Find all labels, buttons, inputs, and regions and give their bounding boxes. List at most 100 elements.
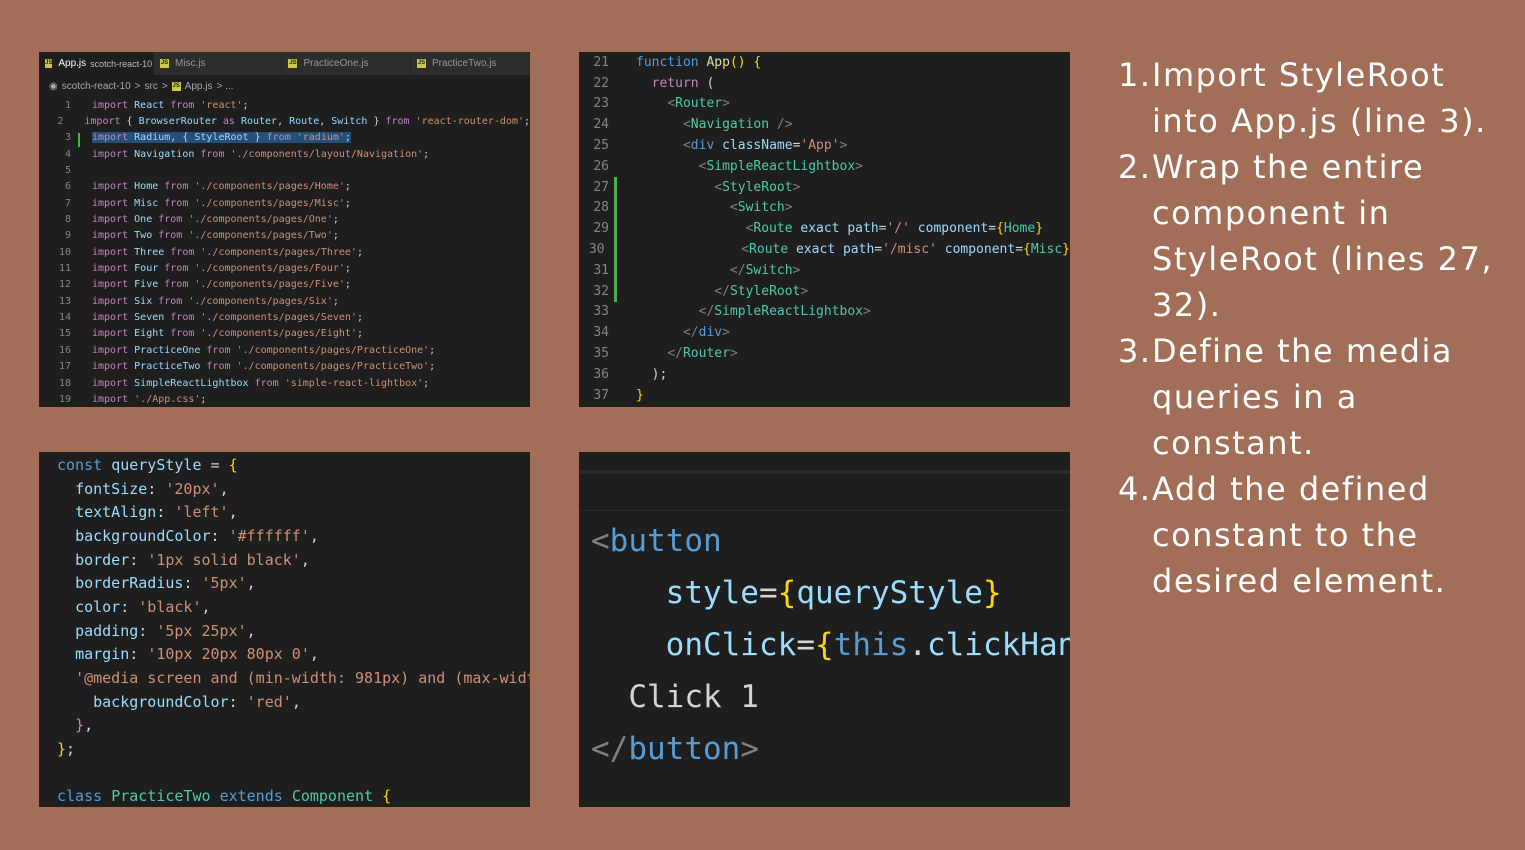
code-editor[interactable]: const queryStyle = { fontSize: '20px', t… <box>39 452 530 807</box>
code-token: ); <box>651 366 668 382</box>
code-token: const <box>57 455 112 474</box>
code-token: ; <box>423 377 430 389</box>
code-text: </Router> <box>636 346 737 362</box>
code-line[interactable]: 34 </div> <box>579 322 1070 343</box>
code-line[interactable]: backgroundColor: '#ffffff', <box>57 524 530 548</box>
code-line[interactable]: style={queryStyle} <box>591 567 1070 619</box>
code-line[interactable]: 31 </Switch> <box>579 260 1070 281</box>
code-line[interactable]: 36 ); <box>579 364 1070 385</box>
code-line[interactable]: 2 import { BrowserRouter as Router, Route… <box>39 113 530 129</box>
code-token: button <box>628 731 741 767</box>
code-editor[interactable]: 1 import React from 'react'; 2 import { Bro… <box>39 97 530 407</box>
code-token: import <box>92 263 135 275</box>
code-line[interactable]: }; <box>57 737 530 761</box>
code-line[interactable]: onClick={this.clickHandler} <box>591 619 1070 671</box>
code-token: ; <box>356 328 363 340</box>
code-line[interactable]: 15 import Eight from './components/pages/… <box>39 326 530 342</box>
code-token: 'simple-react-lightbox' <box>284 377 424 389</box>
code-line[interactable]: 28 <Switch> <box>579 198 1070 219</box>
code-line[interactable]: 6 import Home from './components/pages/Ho… <box>39 179 530 195</box>
breadcrumb-item[interactable]: src <box>145 81 158 92</box>
code-line[interactable]: 23 <Router> <box>579 94 1070 115</box>
code-line[interactable]: 3 import Radium, { StyleRoot } from 'radi… <box>39 130 530 148</box>
code-line[interactable]: backgroundColor: 'red', <box>57 690 530 714</box>
code-line[interactable]: 12 import Five from './components/pages/F… <box>39 277 530 293</box>
code-text: Click 1 <box>591 679 759 715</box>
code-token: One <box>134 214 159 226</box>
code-line[interactable]: 18 import SimpleReactLightbox from 'simpl… <box>39 375 530 391</box>
code-token: , <box>309 645 319 664</box>
code-token: from <box>385 116 416 128</box>
code-line[interactable]: 30 <Route exact path='/misc' component={… <box>579 239 1070 260</box>
code-line[interactable]: 11 import Four from './components/pages/F… <box>39 260 530 276</box>
code-line[interactable]: '@media screen and (min-width: 981px) an… <box>57 666 530 690</box>
code-line[interactable]: 21 function App() { <box>579 52 1070 73</box>
code-line[interactable]: class PracticeTwo extends Component { <box>57 785 530 807</box>
code-line[interactable]: 33 </SimpleReactLightbox> <box>579 302 1070 323</box>
code-line[interactable]: 37} <box>579 385 1070 406</box>
code-line[interactable]: 24 <Navigation /> <box>579 114 1070 135</box>
code-line[interactable]: 8 import One from './components/pages/One… <box>39 211 530 227</box>
breadcrumb-item[interactable]: scotch-react-10 <box>62 81 131 92</box>
code-editor[interactable]: 21 function App() {22 return (23 <Router>… <box>579 52 1070 406</box>
tab-practiceone-js[interactable]: JS PracticeOne.js <box>282 52 411 75</box>
code-line[interactable]: 1 import React from 'react'; <box>39 97 530 113</box>
code-line[interactable]: 17 import PracticeTwo from './components/… <box>39 359 530 375</box>
code-token: 'react' <box>200 99 243 111</box>
tab-misc-js[interactable]: JS Misc.js <box>154 52 283 75</box>
breadcrumb-item[interactable]: App.js <box>185 81 213 92</box>
code-line[interactable]: 26 <SimpleReactLightbox> <box>579 156 1070 177</box>
code-line[interactable]: 22 return ( <box>579 73 1070 94</box>
code-line[interactable]: Click 1 <box>591 671 1070 723</box>
line-number: 17 <box>58 361 71 373</box>
code-line[interactable]: 32 </StyleRoot> <box>579 281 1070 302</box>
line-number: 15 <box>58 328 71 340</box>
code-token: PracticeTwo <box>111 787 220 806</box>
code-token: button <box>609 523 722 559</box>
code-line[interactable] <box>57 761 530 785</box>
code-token: = <box>758 575 778 611</box>
code-line[interactable]: 35 </Router> <box>579 343 1070 364</box>
code-line[interactable]: borderRadius: '5px', <box>57 571 530 595</box>
code-line[interactable]: 7 import Misc from './components/pages/Mi… <box>39 195 530 211</box>
code-line[interactable]: 5 <box>39 162 530 178</box>
code-token: = <box>210 455 229 474</box>
code-token: { <box>777 575 797 611</box>
code-line[interactable]: const queryStyle = { <box>57 453 530 477</box>
code-line[interactable]: textAlign: 'left', <box>57 500 530 524</box>
code-token: Route <box>289 116 320 128</box>
code-line[interactable]: fontSize: '20px', <box>57 477 530 501</box>
code-token: , <box>219 479 229 498</box>
tab-practicetwo-js[interactable]: JS PracticeTwo.js <box>410 52 530 75</box>
code-line[interactable]: padding: '5px 25px', <box>57 619 530 643</box>
code-line[interactable]: <button <box>591 515 1070 567</box>
code-line[interactable]: 14 import Seven from './components/pages/… <box>39 309 530 325</box>
code-token: : <box>129 550 148 569</box>
code-text: import Eight from './components/pages/Ei… <box>92 328 363 339</box>
code-line[interactable]: margin: '10px 20px 80px 0', <box>57 643 530 667</box>
code-token: StyleRoot <box>194 132 255 144</box>
code-line[interactable]: 25 <div className='App'> <box>579 135 1070 156</box>
code-token: './components/pages/Home' <box>194 181 345 193</box>
code-line[interactable]: 4 import Navigation from './components/la… <box>39 146 530 162</box>
code-line[interactable]: 19 import './App.css'; <box>39 391 530 407</box>
code-line[interactable]: 10 import Three from './components/pages/… <box>39 244 530 260</box>
code-line[interactable]: 29 <Route exact path='/' component={Home… <box>579 218 1070 239</box>
code-line[interactable]: border: '1px solid black', <box>57 548 530 572</box>
code-line[interactable]: 16 import PracticeOne from './components/… <box>39 342 530 358</box>
tab-app-js[interactable]: JS App.js scotch-react-10 • src ✕ <box>39 52 187 75</box>
code-text: import Four from './components/pages/Fou… <box>92 263 351 274</box>
line-number: 5 <box>64 165 71 177</box>
code-line[interactable]: color: 'black', <box>57 595 530 619</box>
code-text: <SimpleReactLightbox> <box>636 159 863 174</box>
code-token: Router <box>682 346 730 362</box>
code-line[interactable]: 13 import Six from './components/pages/Si… <box>39 293 530 309</box>
code-line[interactable]: 27 <StyleRoot> <box>579 177 1070 198</box>
code-line[interactable]: }, <box>57 714 530 738</box>
code-text: class PracticeTwo extends Component { <box>57 787 391 805</box>
code-editor[interactable]: <button style={queryStyle} onClick={this… <box>579 511 1070 775</box>
code-line[interactable]: 9 import Two from './components/pages/Two… <box>39 228 530 244</box>
code-line[interactable]: </button> <box>591 723 1070 775</box>
